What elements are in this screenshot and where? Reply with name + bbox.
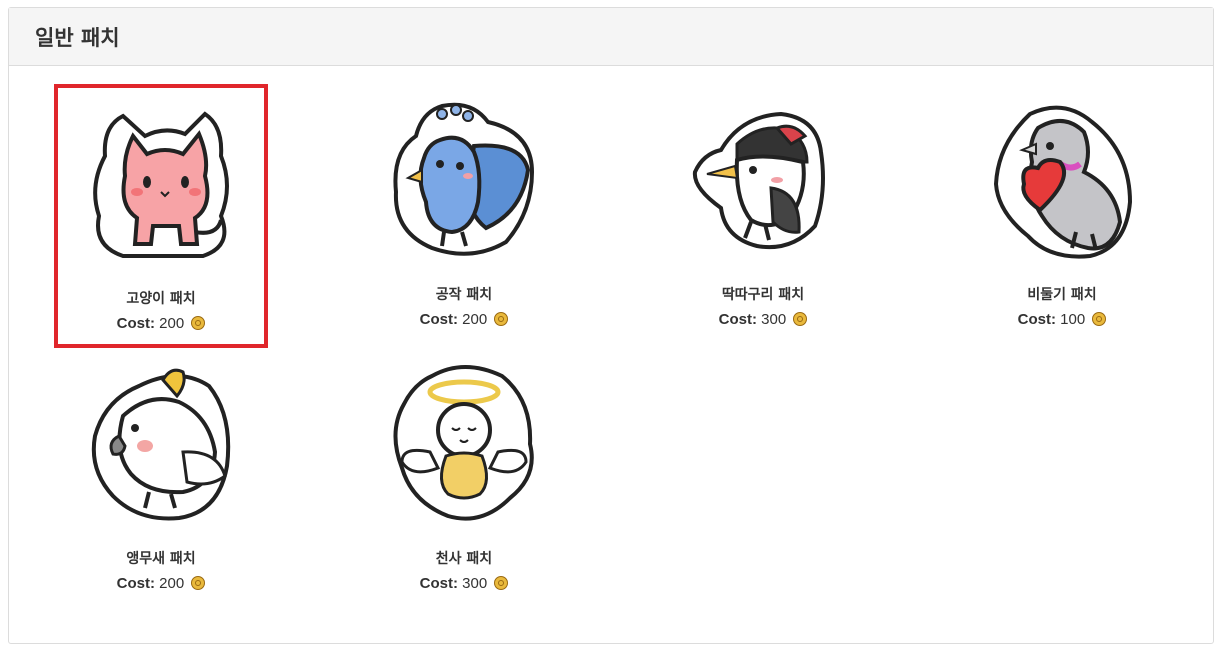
cost-value: 100 <box>1060 311 1086 328</box>
cat-sticker-image <box>83 96 247 264</box>
patch-name: 비둘기 패치 <box>1027 287 1097 303</box>
panel-header: 일반 패치 <box>9 8 1213 66</box>
patch-item-angel[interactable]: 천사 패치 Cost: 300 <box>357 348 571 612</box>
panel-title: 일반 패치 <box>35 25 120 50</box>
patch-name: 공작 패치 <box>435 287 493 303</box>
cost-value: 200 <box>159 315 185 332</box>
patch-name: 딱따구리 패치 <box>721 287 805 303</box>
patch-cost: Cost: 200 <box>58 315 264 332</box>
patch-item-cat[interactable]: 고양이 패치 Cost: 200 <box>54 84 268 348</box>
coin-icon <box>494 576 509 590</box>
patch-item-pigeon[interactable]: 비둘기 패치 Cost: 100 <box>955 84 1169 348</box>
angel-sticker-image <box>382 356 546 524</box>
cost-value: 300 <box>462 575 488 592</box>
pigeon-sticker-image <box>980 92 1144 260</box>
cost-value: 200 <box>462 311 488 328</box>
woodpecker-sticker-image <box>681 92 845 260</box>
patch-cost: Cost: 200 <box>54 575 268 592</box>
parrot-sticker-image <box>79 356 243 524</box>
cost-label: Cost: <box>718 311 757 328</box>
cost-label: Cost: <box>116 575 155 592</box>
peacock-sticker-image <box>382 92 546 260</box>
patch-name: 앵무새 패치 <box>126 551 196 567</box>
coin-icon <box>793 312 808 326</box>
patch-cost: Cost: 300 <box>656 311 870 328</box>
patch-grid: 고양이 패치 Cost: 200 공작 패치 Cost: 200 딱따구리 패치… <box>9 66 1213 645</box>
patch-cost: Cost: 300 <box>357 575 571 592</box>
patch-name: 천사 패치 <box>435 551 493 567</box>
patch-item-parrot[interactable]: 앵무새 패치 Cost: 200 <box>54 348 268 612</box>
cost-label: Cost: <box>1017 311 1056 328</box>
cost-value: 300 <box>761 311 787 328</box>
cost-value: 200 <box>159 575 185 592</box>
coin-icon <box>191 576 206 590</box>
patch-cost: Cost: 200 <box>357 311 571 328</box>
coin-icon <box>494 312 509 326</box>
patch-item-woodpecker[interactable]: 딱따구리 패치 Cost: 300 <box>656 84 870 348</box>
patch-item-peacock[interactable]: 공작 패치 Cost: 200 <box>357 84 571 348</box>
patch-panel: 일반 패치 고양이 패치 Cost: 200 공작 패치 Cost: 200 딱… <box>8 7 1214 644</box>
cost-label: Cost: <box>419 575 458 592</box>
cost-label: Cost: <box>419 311 458 328</box>
cost-label: Cost: <box>116 315 155 332</box>
patch-name: 고양이 패치 <box>126 291 196 307</box>
patch-cost: Cost: 100 <box>955 311 1169 328</box>
coin-icon <box>1092 312 1107 326</box>
coin-icon <box>191 316 206 330</box>
